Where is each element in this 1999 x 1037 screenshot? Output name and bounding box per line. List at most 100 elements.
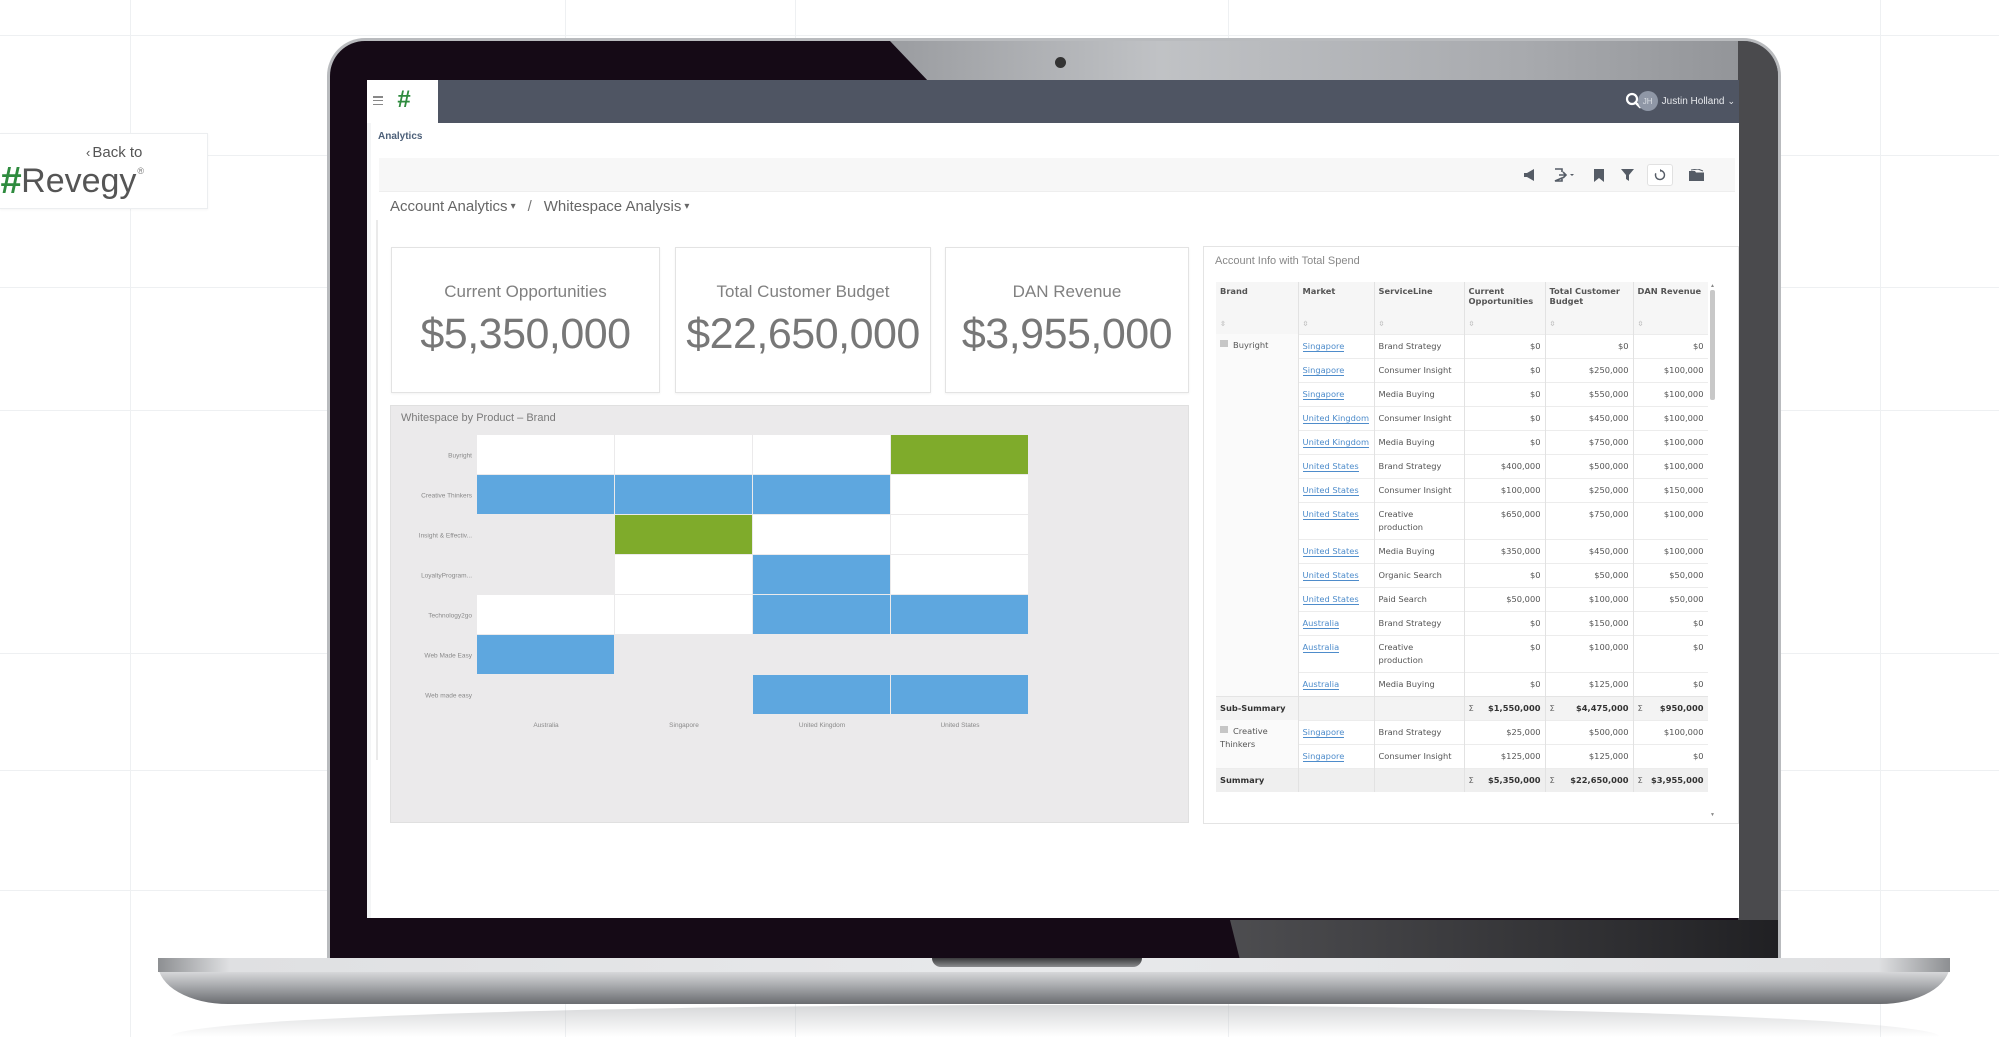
scrollbar-thumb[interactable] bbox=[1710, 290, 1715, 400]
back-link[interactable]: ‹ Back to bbox=[86, 144, 142, 161]
heatmap-cell[interactable]: Technology2go / Singapore: white bbox=[615, 595, 752, 634]
collapse-toggle-icon[interactable] bbox=[1220, 726, 1228, 733]
app-logo-icon[interactable]: # bbox=[397, 86, 411, 114]
market-link[interactable]: United States bbox=[1302, 569, 1359, 581]
heatmap-cell[interactable]: Buyright / United Kingdom: white bbox=[753, 435, 890, 474]
heatmap-cell[interactable]: Insight & Effectiv... / Singapore: green bbox=[615, 515, 752, 554]
bookmark-icon[interactable] bbox=[1589, 164, 1609, 186]
heatmap-cell[interactable]: Buyright / Australia: white bbox=[477, 435, 614, 474]
serviceline-cell: Brand Strategy bbox=[1374, 610, 1465, 635]
column-header-total-customer-budget[interactable]: Total Customer Budget ⇳ bbox=[1545, 282, 1634, 334]
market-link[interactable]: United States bbox=[1302, 460, 1359, 472]
column-header-brand[interactable]: Brand ⇳ bbox=[1216, 282, 1299, 334]
sort-icon[interactable]: ⇳ bbox=[1379, 320, 1385, 328]
heatmap-cell[interactable]: Web Made Easy / Australia: blue bbox=[477, 635, 614, 674]
market-link[interactable]: Australia bbox=[1302, 617, 1340, 629]
heatmap-cell[interactable]: LoyaltyProgram... / United Kingdom: blue bbox=[753, 555, 890, 594]
breadcrumb-whitespace-analysis[interactable]: Whitespace Analysis bbox=[544, 198, 682, 215]
column-header-current-opportunities[interactable]: Current Opportunities ⇳ bbox=[1464, 282, 1546, 334]
user-menu[interactable]: JH Justin Holland ⌄ bbox=[1637, 90, 1735, 112]
sort-icon[interactable]: ⇳ bbox=[1469, 320, 1475, 328]
heatmap-cell[interactable]: Insight & Effectiv... / United Kingdom: … bbox=[753, 515, 890, 554]
heatmap-cell[interactable]: Creative Thinkers / United States: white bbox=[891, 475, 1028, 514]
current-opportunities-cell: $0 bbox=[1464, 429, 1546, 454]
heatmap-cell[interactable]: Web made easy / United Kingdom: blue bbox=[753, 675, 890, 714]
serviceline-cell: Media Buying bbox=[1374, 538, 1465, 563]
serviceline-cell: Media Buying bbox=[1374, 381, 1465, 406]
caret-down-icon[interactable]: ▾ bbox=[511, 201, 516, 212]
heatmap-cell[interactable]: Web Made Easy / United Kingdom: grey bbox=[753, 635, 890, 674]
market-link[interactable]: Singapore bbox=[1302, 388, 1345, 400]
sort-icon[interactable]: ⇳ bbox=[1550, 320, 1556, 328]
camera-icon bbox=[1055, 57, 1066, 68]
market-link[interactable]: United Kingdom bbox=[1302, 412, 1370, 424]
heatmap-cell[interactable]: LoyaltyProgram... / United States: white bbox=[891, 555, 1028, 594]
subsummary-opp-cell: Σ $1,550,000 bbox=[1464, 695, 1546, 720]
heatmap-cell[interactable]: Web made easy / United States: blue bbox=[891, 675, 1028, 714]
market-cell: United Kingdom bbox=[1298, 405, 1375, 430]
sort-icon[interactable]: ⇳ bbox=[1220, 320, 1226, 328]
market-link[interactable]: Singapore bbox=[1302, 726, 1345, 738]
heatmap-cell[interactable]: Creative Thinkers / United Kingdom: blue bbox=[753, 475, 890, 514]
breadcrumb-account-analytics[interactable]: Account Analytics bbox=[390, 198, 508, 215]
heatmap-cell[interactable]: Web made easy / Australia: grey bbox=[477, 675, 614, 714]
heatmap-cell[interactable]: Buyright / Singapore: white bbox=[615, 435, 752, 474]
heatmap-cell[interactable]: Web Made Easy / Singapore: grey bbox=[615, 635, 752, 674]
whitespace-heatmap: Buyright / Australia: whiteBuyright / Si… bbox=[419, 435, 1028, 729]
dan-revenue-cell: $100,000 bbox=[1633, 538, 1708, 563]
refresh-icon[interactable] bbox=[1647, 164, 1673, 186]
scroll-down-icon[interactable]: ▼ bbox=[1710, 812, 1715, 818]
heatmap-cell[interactable]: Technology2go / United Kingdom: blue bbox=[753, 595, 890, 634]
market-link[interactable]: United States bbox=[1302, 593, 1359, 605]
empty-cell bbox=[1298, 695, 1375, 720]
heatmap-cell[interactable]: Web Made Easy / United States: grey bbox=[891, 635, 1028, 674]
market-link[interactable]: Singapore bbox=[1302, 364, 1345, 376]
heatmap-cell[interactable]: Insight & Effectiv... / Australia: grey bbox=[477, 515, 614, 554]
total-customer-budget-cell: $125,000 bbox=[1545, 743, 1634, 768]
sort-icon[interactable]: ⇳ bbox=[1638, 320, 1644, 328]
column-header-dan-revenue[interactable]: DAN Revenue ⇳ bbox=[1633, 282, 1708, 334]
serviceline-cell: Consumer Insight bbox=[1374, 477, 1465, 502]
heatmap-cell[interactable]: Insight & Effectiv... / United States: w… bbox=[891, 515, 1028, 554]
account-info-table: Brand ⇳ Market ⇳ ServiceLine ⇳ Current Oppo… bbox=[1216, 282, 1708, 792]
heatmap-cell[interactable]: Web made easy / Singapore: grey bbox=[615, 675, 752, 714]
market-link[interactable]: Australia bbox=[1302, 641, 1340, 653]
scroll-up-icon[interactable]: ▲ bbox=[1710, 283, 1715, 289]
heatmap-cell[interactable]: LoyaltyProgram... / Singapore: white bbox=[615, 555, 752, 594]
revegy-logo[interactable]: # Revegy ® bbox=[0, 162, 144, 200]
market-link[interactable]: Singapore bbox=[1302, 750, 1345, 762]
current-opportunities-cell: $0 bbox=[1464, 634, 1546, 672]
caret-down-icon[interactable]: ▾ bbox=[684, 201, 689, 212]
export-icon[interactable] bbox=[1549, 164, 1579, 186]
sort-icon[interactable]: ⇳ bbox=[1303, 320, 1309, 328]
heatmap-cell[interactable]: Creative Thinkers / Singapore: blue bbox=[615, 475, 752, 514]
hamburger-menu-icon[interactable] bbox=[373, 96, 383, 105]
market-link[interactable]: United Kingdom bbox=[1302, 436, 1370, 448]
section-label[interactable]: Analytics bbox=[378, 131, 422, 142]
collapse-toggle-icon[interactable] bbox=[1220, 340, 1228, 347]
brand-cell: Buyright bbox=[1216, 334, 1299, 696]
heatmap-cell[interactable]: Technology2go / Australia: white bbox=[477, 595, 614, 634]
column-header-serviceline[interactable]: ServiceLine ⇳ bbox=[1374, 282, 1465, 334]
folder-icon[interactable] bbox=[1685, 164, 1709, 186]
current-opportunities-cell: $0 bbox=[1464, 357, 1546, 382]
filter-icon[interactable] bbox=[1617, 164, 1637, 186]
sigma-icon: Σ bbox=[1468, 774, 1474, 785]
market-link[interactable]: Australia bbox=[1302, 678, 1340, 690]
table-scrollbar[interactable]: ▲ ▼ bbox=[1710, 283, 1715, 818]
heatmap-cell[interactable]: LoyaltyProgram... / Australia: grey bbox=[477, 555, 614, 594]
serviceline-cell: Consumer Insight bbox=[1374, 743, 1465, 768]
heatmap-cell[interactable]: Creative Thinkers / Australia: blue bbox=[477, 475, 614, 514]
megaphone-icon[interactable] bbox=[1519, 164, 1541, 186]
y-axis-label: Technology2go bbox=[428, 613, 472, 620]
market-link[interactable]: Singapore bbox=[1302, 340, 1345, 352]
market-link[interactable]: United States bbox=[1302, 484, 1359, 496]
heatmap-cell[interactable]: Technology2go / United States: blue bbox=[891, 595, 1028, 634]
market-link[interactable]: United States bbox=[1302, 508, 1359, 520]
market-link[interactable]: United States bbox=[1302, 545, 1359, 557]
serviceline-cell: Consumer Insight bbox=[1374, 405, 1465, 430]
heatmap-cell[interactable]: Buyright / United States: green bbox=[891, 435, 1028, 474]
back-to-revegy-card[interactable]: ‹ Back to # Revegy ® bbox=[0, 133, 208, 209]
column-header-market[interactable]: Market ⇳ bbox=[1298, 282, 1375, 334]
dan-revenue-cell: $100,000 bbox=[1633, 381, 1708, 406]
